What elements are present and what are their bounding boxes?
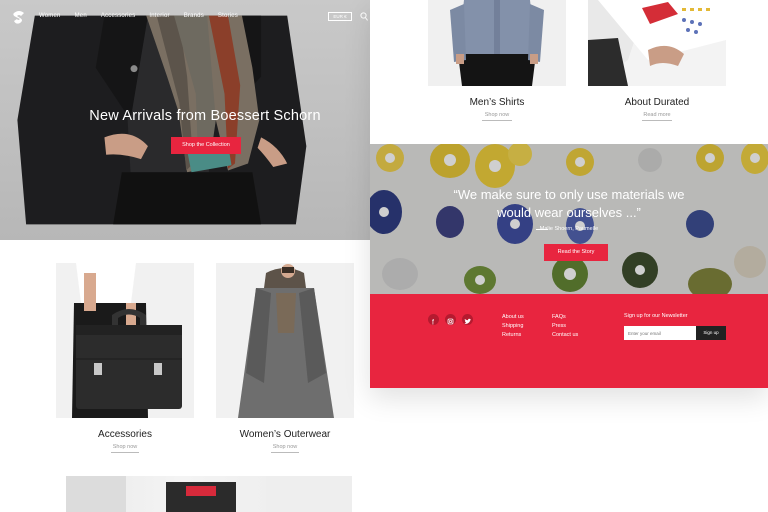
card-image-mens-shirts[interactable]	[428, 0, 566, 86]
site-footer: f About us Shipping Returns FAQs Press C…	[370, 294, 768, 388]
product-card-accessories[interactable]: Accessories Shop now	[56, 263, 194, 453]
nav-stories[interactable]: Stories	[218, 13, 238, 19]
card-name-mens-shirts[interactable]: Men’s Shirts	[428, 97, 566, 108]
quote-author: Malie Shoern, Paumelle	[539, 226, 599, 232]
instagram-icon[interactable]	[445, 314, 456, 325]
main-nav: Women Men Accessories Interior Brands St…	[39, 13, 238, 19]
product-image-accessories[interactable]	[56, 263, 194, 418]
featured-banner-image[interactable]	[66, 476, 352, 512]
nav-brands[interactable]: Brands	[184, 13, 204, 19]
top-navigation: Women Men Accessories Interior Brands St…	[0, 0, 370, 34]
card-about[interactable]: About Durated Read more	[588, 0, 726, 121]
right-page: Men’s Shirts Shop now About Durated Read…	[370, 0, 768, 388]
newsletter-title: Sign up for our Newsletter	[624, 313, 688, 319]
product-name-womens-outerwear[interactable]: Women’s Outerwear	[216, 429, 354, 440]
quote-text: “We make sure to only use materials we w…	[453, 187, 685, 220]
nav-interior[interactable]: Interior	[149, 13, 169, 19]
footer-link-returns[interactable]: Returns	[502, 332, 521, 338]
shop-now-link-womens-outerwear[interactable]: Shop now	[271, 444, 299, 453]
twitter-icon[interactable]	[462, 314, 473, 325]
read-story-button[interactable]: Read the Story	[544, 244, 608, 261]
product-name-accessories[interactable]: Accessories	[56, 429, 194, 440]
quote-section: “We make sure to only use materials we w…	[370, 144, 768, 294]
footer-link-faqs[interactable]: FAQs	[552, 314, 566, 320]
newsletter-email-input[interactable]	[624, 326, 696, 340]
hero-banner: Women Men Accessories Interior Brands St…	[0, 0, 370, 240]
brand-logo-icon[interactable]	[12, 10, 26, 24]
newsletter-signup-button[interactable]: Sign up	[696, 326, 726, 340]
footer-link-about[interactable]: About us	[502, 314, 524, 320]
search-icon[interactable]	[360, 12, 368, 21]
shop-now-link-mens-shirts[interactable]: Shop now	[482, 112, 512, 121]
product-image-womens-outerwear[interactable]	[216, 263, 354, 418]
read-more-link-about[interactable]: Read more	[642, 112, 672, 121]
card-name-about[interactable]: About Durated	[588, 97, 726, 108]
facebook-icon[interactable]: f	[428, 314, 439, 327]
footer-link-press[interactable]: Press	[552, 323, 566, 329]
svg-text:f: f	[432, 320, 434, 327]
nav-accessories[interactable]: Accessories	[101, 13, 136, 19]
currency-selector[interactable]: EUR €	[328, 12, 352, 21]
shop-collection-button[interactable]: Shop the Collection	[171, 137, 241, 154]
hero-title: New Arrivals from Boessert Schorn	[89, 108, 321, 124]
footer-link-contact[interactable]: Contact us	[552, 332, 578, 338]
nav-men[interactable]: Men	[75, 13, 87, 19]
footer-link-shipping[interactable]: Shipping	[502, 323, 523, 329]
product-card-womens-outerwear[interactable]: Women’s Outerwear Shop now	[216, 263, 354, 453]
shop-now-link-accessories[interactable]: Shop now	[111, 444, 139, 453]
left-page: Women Men Accessories Interior Brands St…	[0, 0, 370, 512]
card-mens-shirts[interactable]: Men’s Shirts Shop now	[428, 0, 566, 121]
card-image-about[interactable]	[588, 0, 726, 86]
nav-women[interactable]: Women	[39, 13, 61, 19]
